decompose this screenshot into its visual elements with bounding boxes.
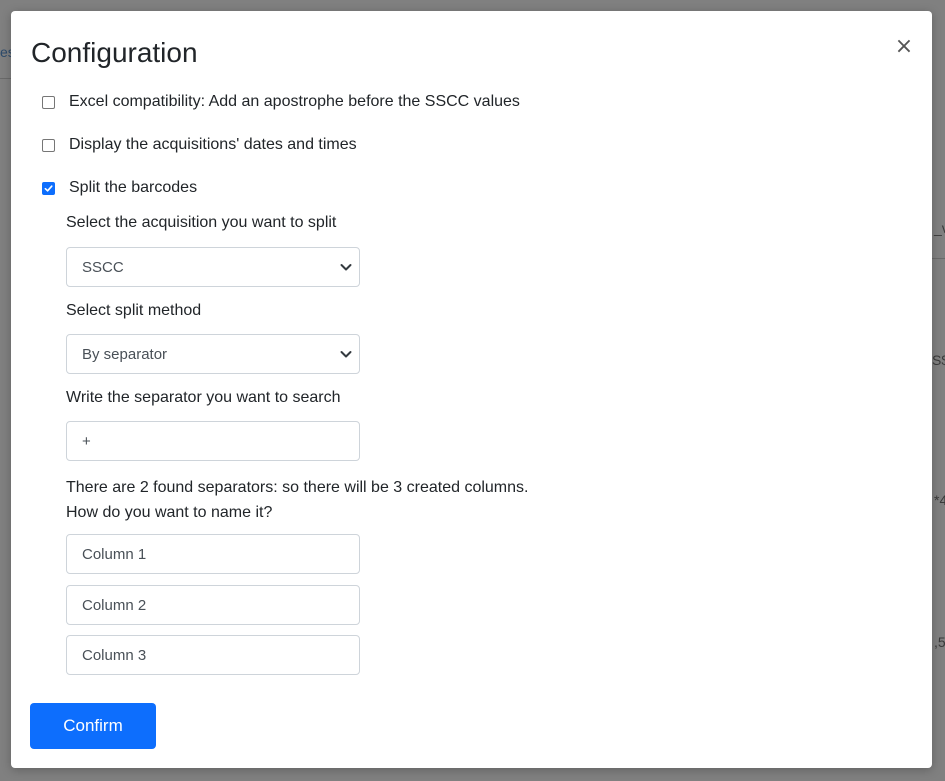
- close-button[interactable]: ×: [892, 35, 916, 59]
- column-name-input-2[interactable]: Column 2: [66, 585, 360, 625]
- separator-info-text: There are 2 found separators: so there w…: [66, 479, 529, 496]
- checkmark-icon: [44, 184, 53, 192]
- backdrop-text-fragment: S$: [932, 352, 945, 368]
- option-label: Excel compatibility: Add an apostrophe b…: [69, 93, 520, 110]
- confirm-button[interactable]: Confirm: [30, 703, 156, 749]
- acquisition-select[interactable]: SSCC: [66, 247, 360, 287]
- split-method-label: Select split method: [66, 302, 202, 319]
- acquisition-select-value: SSCC: [82, 258, 124, 276]
- separator-input-label: Write the separator you want to search: [66, 389, 341, 406]
- split-method-select[interactable]: By separator: [66, 334, 360, 374]
- close-icon: ×: [894, 34, 914, 59]
- option-label: Display the acquisitions' dates and time…: [69, 136, 357, 153]
- column-name-value: Column 1: [82, 545, 147, 563]
- column-name-input-3[interactable]: Column 3: [66, 635, 360, 675]
- split-method-value: By separator: [82, 345, 168, 363]
- backdrop-divider: [932, 258, 945, 259]
- acquisition-select-label: Select the acquisition you want to split: [66, 214, 337, 231]
- option-excel-compatibility[interactable]: Excel compatibility: Add an apostrophe b…: [42, 93, 520, 111]
- checkbox-excel-compatibility[interactable]: [42, 95, 55, 109]
- backdrop-text-fragment: *4: [934, 492, 945, 508]
- separator-input-value: +: [82, 432, 91, 450]
- checkbox-split-barcodes[interactable]: [42, 181, 55, 195]
- checkbox-display-dates[interactable]: [42, 138, 55, 152]
- column-name-value: Column 2: [82, 596, 147, 614]
- column-name-value: Column 3: [82, 646, 147, 664]
- chevron-down-icon: [340, 351, 352, 358]
- dialog-title: Configuration: [31, 37, 198, 68]
- column-name-input-1[interactable]: Column 1: [66, 534, 360, 574]
- separator-input[interactable]: +: [66, 421, 360, 461]
- chevron-down-icon: [340, 264, 352, 271]
- backdrop-text-fragment: ,5: [934, 634, 945, 650]
- option-display-dates[interactable]: Display the acquisitions' dates and time…: [42, 136, 357, 154]
- backdrop-divider: [0, 78, 11, 79]
- backdrop-text-fragment: _v: [934, 220, 945, 236]
- option-label: Split the barcodes: [69, 179, 198, 196]
- configuration-dialog: Configuration × Excel compatibility: Add…: [11, 11, 932, 768]
- option-split-barcodes[interactable]: Split the barcodes: [42, 179, 197, 197]
- column-name-prompt: How do you want to name it?: [66, 504, 273, 521]
